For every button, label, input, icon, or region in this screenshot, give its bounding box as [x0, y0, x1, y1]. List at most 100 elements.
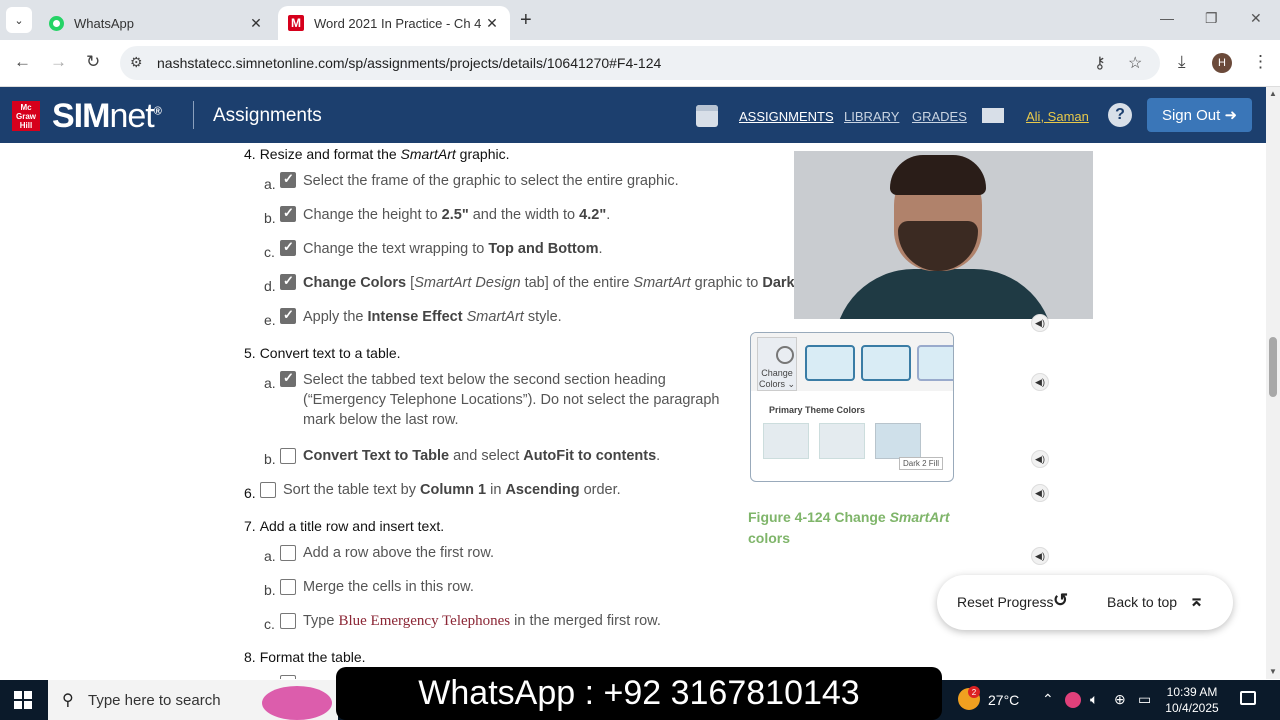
step-4c-checkbox[interactable]	[280, 239, 296, 256]
help-icon[interactable]: ?	[1108, 103, 1132, 127]
nav-library-link[interactable]: LIBRARY	[844, 109, 899, 124]
mail-icon[interactable]	[982, 108, 1004, 123]
step-letter: a.	[264, 548, 276, 564]
volume-icon[interactable]: 🔈︎	[1090, 691, 1098, 708]
reload-icon[interactable]: ↻	[86, 52, 100, 72]
figure-ribbon: Change Colors ⌄	[751, 333, 953, 391]
reset-icon[interactable]: ↺	[1053, 590, 1068, 611]
download-icon[interactable]: ⤓	[1178, 52, 1186, 72]
simnet-logo[interactable]: SIMnet®	[52, 97, 162, 136]
step-letter: c.	[264, 616, 275, 632]
close-icon[interactable]: ✕	[248, 15, 264, 32]
step-letter: a.	[264, 176, 276, 192]
video-person-body	[834, 269, 1054, 319]
site-settings-icon[interactable]: ⚙	[130, 54, 143, 71]
step-8a-checkbox[interactable]	[280, 675, 296, 679]
step-letter: b.	[264, 210, 276, 226]
step-4a-checkbox[interactable]	[280, 171, 296, 188]
header-divider	[193, 101, 194, 129]
step-6-number: 6.	[244, 485, 256, 501]
smartart-style-thumb	[805, 345, 855, 381]
taskbar-clock[interactable]: 10:39 AM 10/4/2025	[1160, 684, 1224, 716]
forward-arrow-icon[interactable]: →	[50, 52, 67, 72]
logo-sim: SIM	[52, 97, 110, 135]
figure-change-colors: Change Colors ⌄ Primary Theme Colors Dar…	[750, 332, 954, 482]
tab-title: WhatsApp	[74, 15, 134, 31]
scroll-thumb[interactable]	[1269, 337, 1277, 397]
notification-icon[interactable]	[1240, 691, 1256, 705]
step-6-checkbox[interactable]	[260, 482, 276, 498]
nav-grades-link[interactable]: GRADES	[912, 109, 967, 124]
tab-whatsapp[interactable]: WhatsApp ✕	[38, 6, 274, 40]
step-8: 8. Format the table.	[244, 649, 366, 665]
step-4b-checkbox[interactable]	[280, 205, 296, 222]
restore-icon[interactable]: ❐	[1205, 10, 1218, 27]
color-option	[819, 423, 865, 459]
tray-chevron-icon[interactable]: ⌃	[1042, 691, 1054, 708]
speaker-icon[interactable]: ◀)	[1031, 373, 1049, 391]
tab-word-2021[interactable]: M Word 2021 In Practice - Ch 4 In ✕	[278, 6, 510, 40]
sign-out-label: Sign Out	[1161, 106, 1221, 124]
palette-icon	[776, 346, 794, 364]
webcam-video	[794, 151, 1093, 319]
windows-start-icon[interactable]	[14, 691, 32, 709]
page-scrollbar[interactable]: ▲ ▼	[1266, 87, 1280, 679]
step-5a-checkbox[interactable]	[280, 370, 296, 387]
calendar-icon[interactable]	[696, 105, 718, 127]
app-title: Assignments	[213, 105, 322, 126]
user-name-link[interactable]: Ali, Saman	[1026, 109, 1089, 124]
step-4e-checkbox[interactable]	[280, 307, 296, 324]
step-7c-text: Type Blue Emergency Telephones in the me…	[303, 613, 661, 629]
step-letter: b.	[264, 582, 276, 598]
browser-toolbar: ← → ↻ ⚙ nashstatecc.simnetonline.com/sp/…	[0, 40, 1280, 87]
reset-progress-button[interactable]: Reset Progress	[957, 594, 1053, 610]
address-bar[interactable]: ⚙ nashstatecc.simnetonline.com/sp/assign…	[120, 46, 1160, 80]
tab-title: Word 2021 In Practice - Ch 4 In	[314, 15, 484, 31]
speaker-icon[interactable]: ◀)	[1031, 547, 1049, 565]
step-4d-text: Change Colors [SmartArt Design tab] of t…	[303, 275, 795, 291]
back-arrow-icon[interactable]: ←	[14, 52, 31, 72]
step-letter: c.	[264, 244, 275, 260]
speaker-icon[interactable]: ◀)	[1031, 314, 1049, 332]
step-4c-text: Change the text wrapping to Top and Bott…	[303, 241, 603, 257]
speaker-icon[interactable]: ◀)	[1031, 450, 1049, 468]
profile-avatar[interactable]: H	[1212, 53, 1232, 73]
whatsapp-banner: WhatsApp : +92 3167810143	[336, 667, 942, 720]
speaker-icon[interactable]: ◀)	[1031, 484, 1049, 502]
minimize-icon[interactable]: —	[1160, 10, 1174, 26]
step-5b-checkbox[interactable]	[280, 448, 296, 464]
sign-out-button[interactable]: Sign Out ➜	[1147, 98, 1252, 132]
temperature-text[interactable]: 27°C	[988, 692, 1019, 708]
step-4b-text: Change the height to 2.5" and the width …	[303, 207, 611, 223]
step-4d-checkbox[interactable]	[280, 273, 296, 290]
step-5: 5. Convert text to a table.	[244, 345, 401, 361]
step-7c-checkbox[interactable]	[280, 613, 296, 629]
language-globe-icon[interactable]: ⊕	[1114, 691, 1126, 708]
step-7b-checkbox[interactable]	[280, 579, 296, 595]
window-close-icon[interactable]: ✕	[1250, 10, 1262, 27]
back-to-top-icon[interactable]: ⌅	[1189, 590, 1204, 611]
tab-search-icon[interactable]: ⌄	[6, 7, 32, 33]
recording-icon[interactable]	[1065, 692, 1081, 708]
nav-assignments-link[interactable]: ASSIGNMENTS	[739, 109, 834, 124]
key-icon[interactable]: ⚷	[1094, 53, 1106, 73]
video-person-hair	[890, 155, 986, 195]
back-to-top-button[interactable]: Back to top	[1107, 594, 1177, 610]
primary-theme-colors-label: Primary Theme Colors	[769, 405, 866, 415]
search-icon: ⚲	[62, 692, 74, 709]
new-tab-plus-icon[interactable]: +	[520, 9, 532, 32]
scroll-up-icon[interactable]: ▲	[1269, 89, 1277, 98]
logo-reg: ®	[153, 105, 162, 118]
scroll-down-icon[interactable]: ▼	[1269, 667, 1277, 676]
assignment-content: 4. Resize and format the SmartArt graphic…	[0, 143, 1266, 679]
step-5b-text: Convert Text to Table and select AutoFit…	[303, 448, 661, 464]
url-text[interactable]: nashstatecc.simnetonline.com/sp/assignme…	[157, 55, 661, 71]
browser-menu-icon[interactable]: ⋮	[1252, 52, 1269, 72]
step-7a-checkbox[interactable]	[280, 545, 296, 561]
dropdown-arrow: ⌄	[787, 379, 796, 389]
step-letter: d.	[264, 278, 276, 294]
close-icon[interactable]: ✕	[484, 15, 500, 32]
battery-icon[interactable]: ▭	[1138, 691, 1151, 708]
sign-out-icon: ➜	[1224, 107, 1238, 124]
bookmark-star-icon[interactable]: ☆	[1128, 53, 1142, 73]
